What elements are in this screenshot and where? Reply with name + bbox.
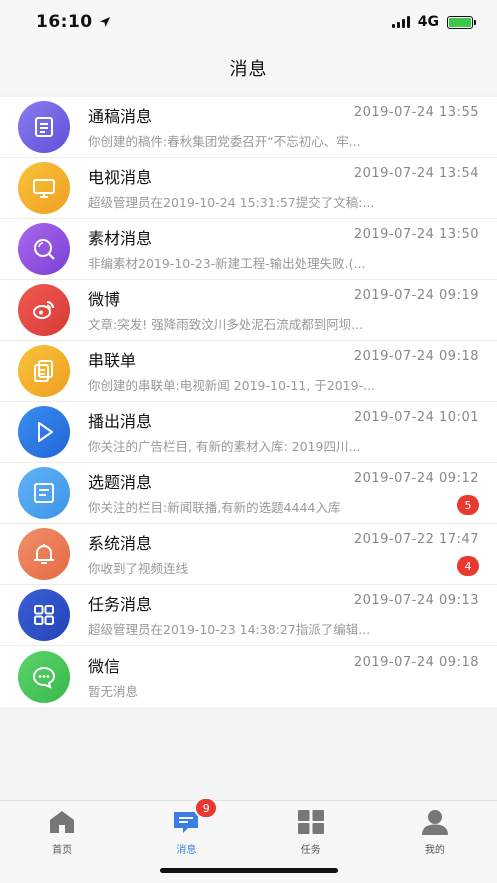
unread-badge: 5 (457, 495, 479, 515)
signal-icon (391, 16, 410, 28)
message-content: 素材消息 2019-07-24 13:50 非编素材2019-10-23-新建工程-… (88, 223, 479, 275)
grid-icon (297, 809, 325, 835)
tab-label: 首页 (52, 845, 73, 856)
message-title: 电视消息 (88, 168, 153, 187)
location-arrow-icon (99, 17, 110, 27)
message-content: 选题消息 2019-07-24 09:12 你关注的栏目:新闻联播,有新的选题444… (88, 467, 479, 519)
user-icon (421, 809, 449, 835)
message-title: 素材消息 (88, 229, 153, 248)
status-indicators: 4G (391, 14, 476, 30)
message-preview: 你关注的栏目:新闻联播,有新的选题4444入库 (88, 500, 341, 515)
home-indicator[interactable] (160, 868, 338, 873)
message-time: 2019-07-24 09:19 (353, 288, 479, 303)
message-time: 2019-07-24 09:18 (353, 654, 479, 670)
clock-text: 16:10 (36, 12, 93, 32)
message-time: 2019-07-24 10:01 (353, 410, 479, 425)
message-preview: 你创建的稿件:春秋集团党委召开“不忘初心、牢... (88, 134, 361, 149)
message-content: 串联单 2019-07-24 09:18 你创建的串联单:电视新闻 2019-10-… (88, 345, 479, 397)
battery-icon (447, 15, 476, 29)
message-title: 串联单 (88, 351, 137, 370)
message-item[interactable]: 通稿消息 2019-07-24 13:55 你创建的稿件:春秋集团党委召开“不忘初心… (0, 97, 497, 158)
message-content: 系统消息 2019-07-22 17:47 你收到了视频连线 4 (88, 528, 479, 580)
weibo-icon (18, 284, 70, 336)
tab-label: 我的 (424, 845, 445, 856)
message-preview: 暂无消息 (88, 683, 139, 699)
message-title: 任务消息 (88, 595, 153, 614)
message-item[interactable]: 微信 2019-07-24 09:18 暂无消息 (0, 646, 497, 707)
message-item[interactable]: 串联单 2019-07-24 09:18 你创建的串联单:电视新闻 2019-10-… (0, 341, 497, 402)
copy-icon (18, 345, 70, 397)
message-item[interactable]: 系统消息 2019-07-22 17:47 你收到了视频连线 4 (0, 524, 497, 585)
message-content: 微信 2019-07-24 09:18 暂无消息 (88, 651, 479, 703)
document-icon (18, 101, 70, 153)
message-list: 通稿消息 2019-07-24 13:55 你创建的稿件:春秋集团党委召开“不忘初心… (0, 97, 497, 707)
message-time: 2019-07-24 09:12 (353, 471, 479, 486)
message-preview: 超级管理员在2019-10-23 14:38:27指派了编辑... (88, 622, 371, 637)
message-time: 2019-07-24 13:50 (353, 227, 479, 242)
message-content: 播出消息 2019-07-24 10:01 你关注的广告栏目, 有新的素材入库: 2… (88, 406, 479, 458)
network-type: 4G (417, 14, 439, 30)
message-content: 任务消息 2019-07-24 09:13 超级管理员在2019-10-23 14:… (88, 589, 479, 641)
message-title: 微信 (88, 656, 121, 676)
message-item[interactable]: 电视消息 2019-07-24 13:54 超级管理员在2019-10-24 15:… (0, 158, 497, 219)
message-title: 系统消息 (88, 534, 153, 553)
message-title: 通稿消息 (88, 107, 153, 126)
message-content: 通稿消息 2019-07-24 13:55 你创建的稿件:春秋集团党委召开“不忘初心… (88, 101, 479, 153)
message-preview: 你收到了视频连线 (88, 561, 189, 576)
unread-badge: 4 (457, 556, 479, 576)
tab-badge: 9 (194, 797, 219, 819)
search-icon (18, 223, 70, 275)
message-preview: 你创建的串联单:电视新闻 2019-10-11, 于2019-... (88, 378, 376, 393)
message-item[interactable]: 选题消息 2019-07-24 09:12 你关注的栏目:新闻联播,有新的选题444… (0, 463, 497, 524)
message-time: 2019-07-24 13:55 (353, 105, 479, 120)
home-icon (48, 809, 76, 835)
wechat-icon (18, 650, 70, 703)
nav-bar: 消息 (0, 44, 497, 92)
message-item[interactable]: 播出消息 2019-07-24 10:01 你关注的广告栏目, 有新的素材入库: 2… (0, 402, 497, 463)
message-title: 播出消息 (88, 412, 153, 431)
message-time: 2019-07-24 09:13 (353, 593, 479, 608)
grid-icon (18, 589, 70, 641)
message-time: 2019-07-24 09:18 (353, 349, 479, 364)
message-title: 微博 (88, 290, 121, 309)
page-title: 消息 (229, 59, 268, 80)
message-item[interactable]: 任务消息 2019-07-24 09:13 超级管理员在2019-10-23 14:… (0, 585, 497, 646)
tab-0[interactable]: 首页 (0, 801, 124, 883)
message-time: 2019-07-22 17:47 (353, 532, 479, 547)
message-content: 微博 2019-07-24 09:19 文章:突发! 强降雨致汶川多处泥石流成都到阿… (88, 284, 479, 336)
message-preview: 你关注的广告栏目, 有新的素材入库: 2019四川... (88, 439, 361, 454)
tv-icon (18, 162, 70, 214)
status-time: 16:10 (36, 12, 111, 32)
bell-icon (18, 528, 70, 580)
list-icon (18, 467, 70, 519)
tab-label: 任务 (300, 845, 321, 856)
message-preview: 超级管理员在2019-10-24 15:31:57提交了文稿:... (88, 195, 375, 210)
message-title: 选题消息 (88, 473, 153, 492)
message-item[interactable]: 素材消息 2019-07-24 13:50 非编素材2019-10-23-新建工程-… (0, 219, 497, 280)
message-preview: 非编素材2019-10-23-新建工程-输出处理失败.(... (88, 256, 366, 271)
message-content: 电视消息 2019-07-24 13:54 超级管理员在2019-10-24 15:… (88, 162, 479, 214)
tab-3[interactable]: 我的 (373, 801, 497, 883)
message-time: 2019-07-24 13:54 (353, 166, 479, 181)
message-preview: 文章:突发! 强降雨致汶川多处泥石流成都到阿坝... (88, 317, 364, 332)
tab-label: 消息 (176, 845, 197, 856)
play-icon (18, 406, 70, 458)
message-item[interactable]: 微博 2019-07-24 09:19 文章:突发! 强降雨致汶川多处泥石流成都到阿… (0, 280, 497, 341)
status-bar: 16:10 4G (0, 0, 497, 44)
